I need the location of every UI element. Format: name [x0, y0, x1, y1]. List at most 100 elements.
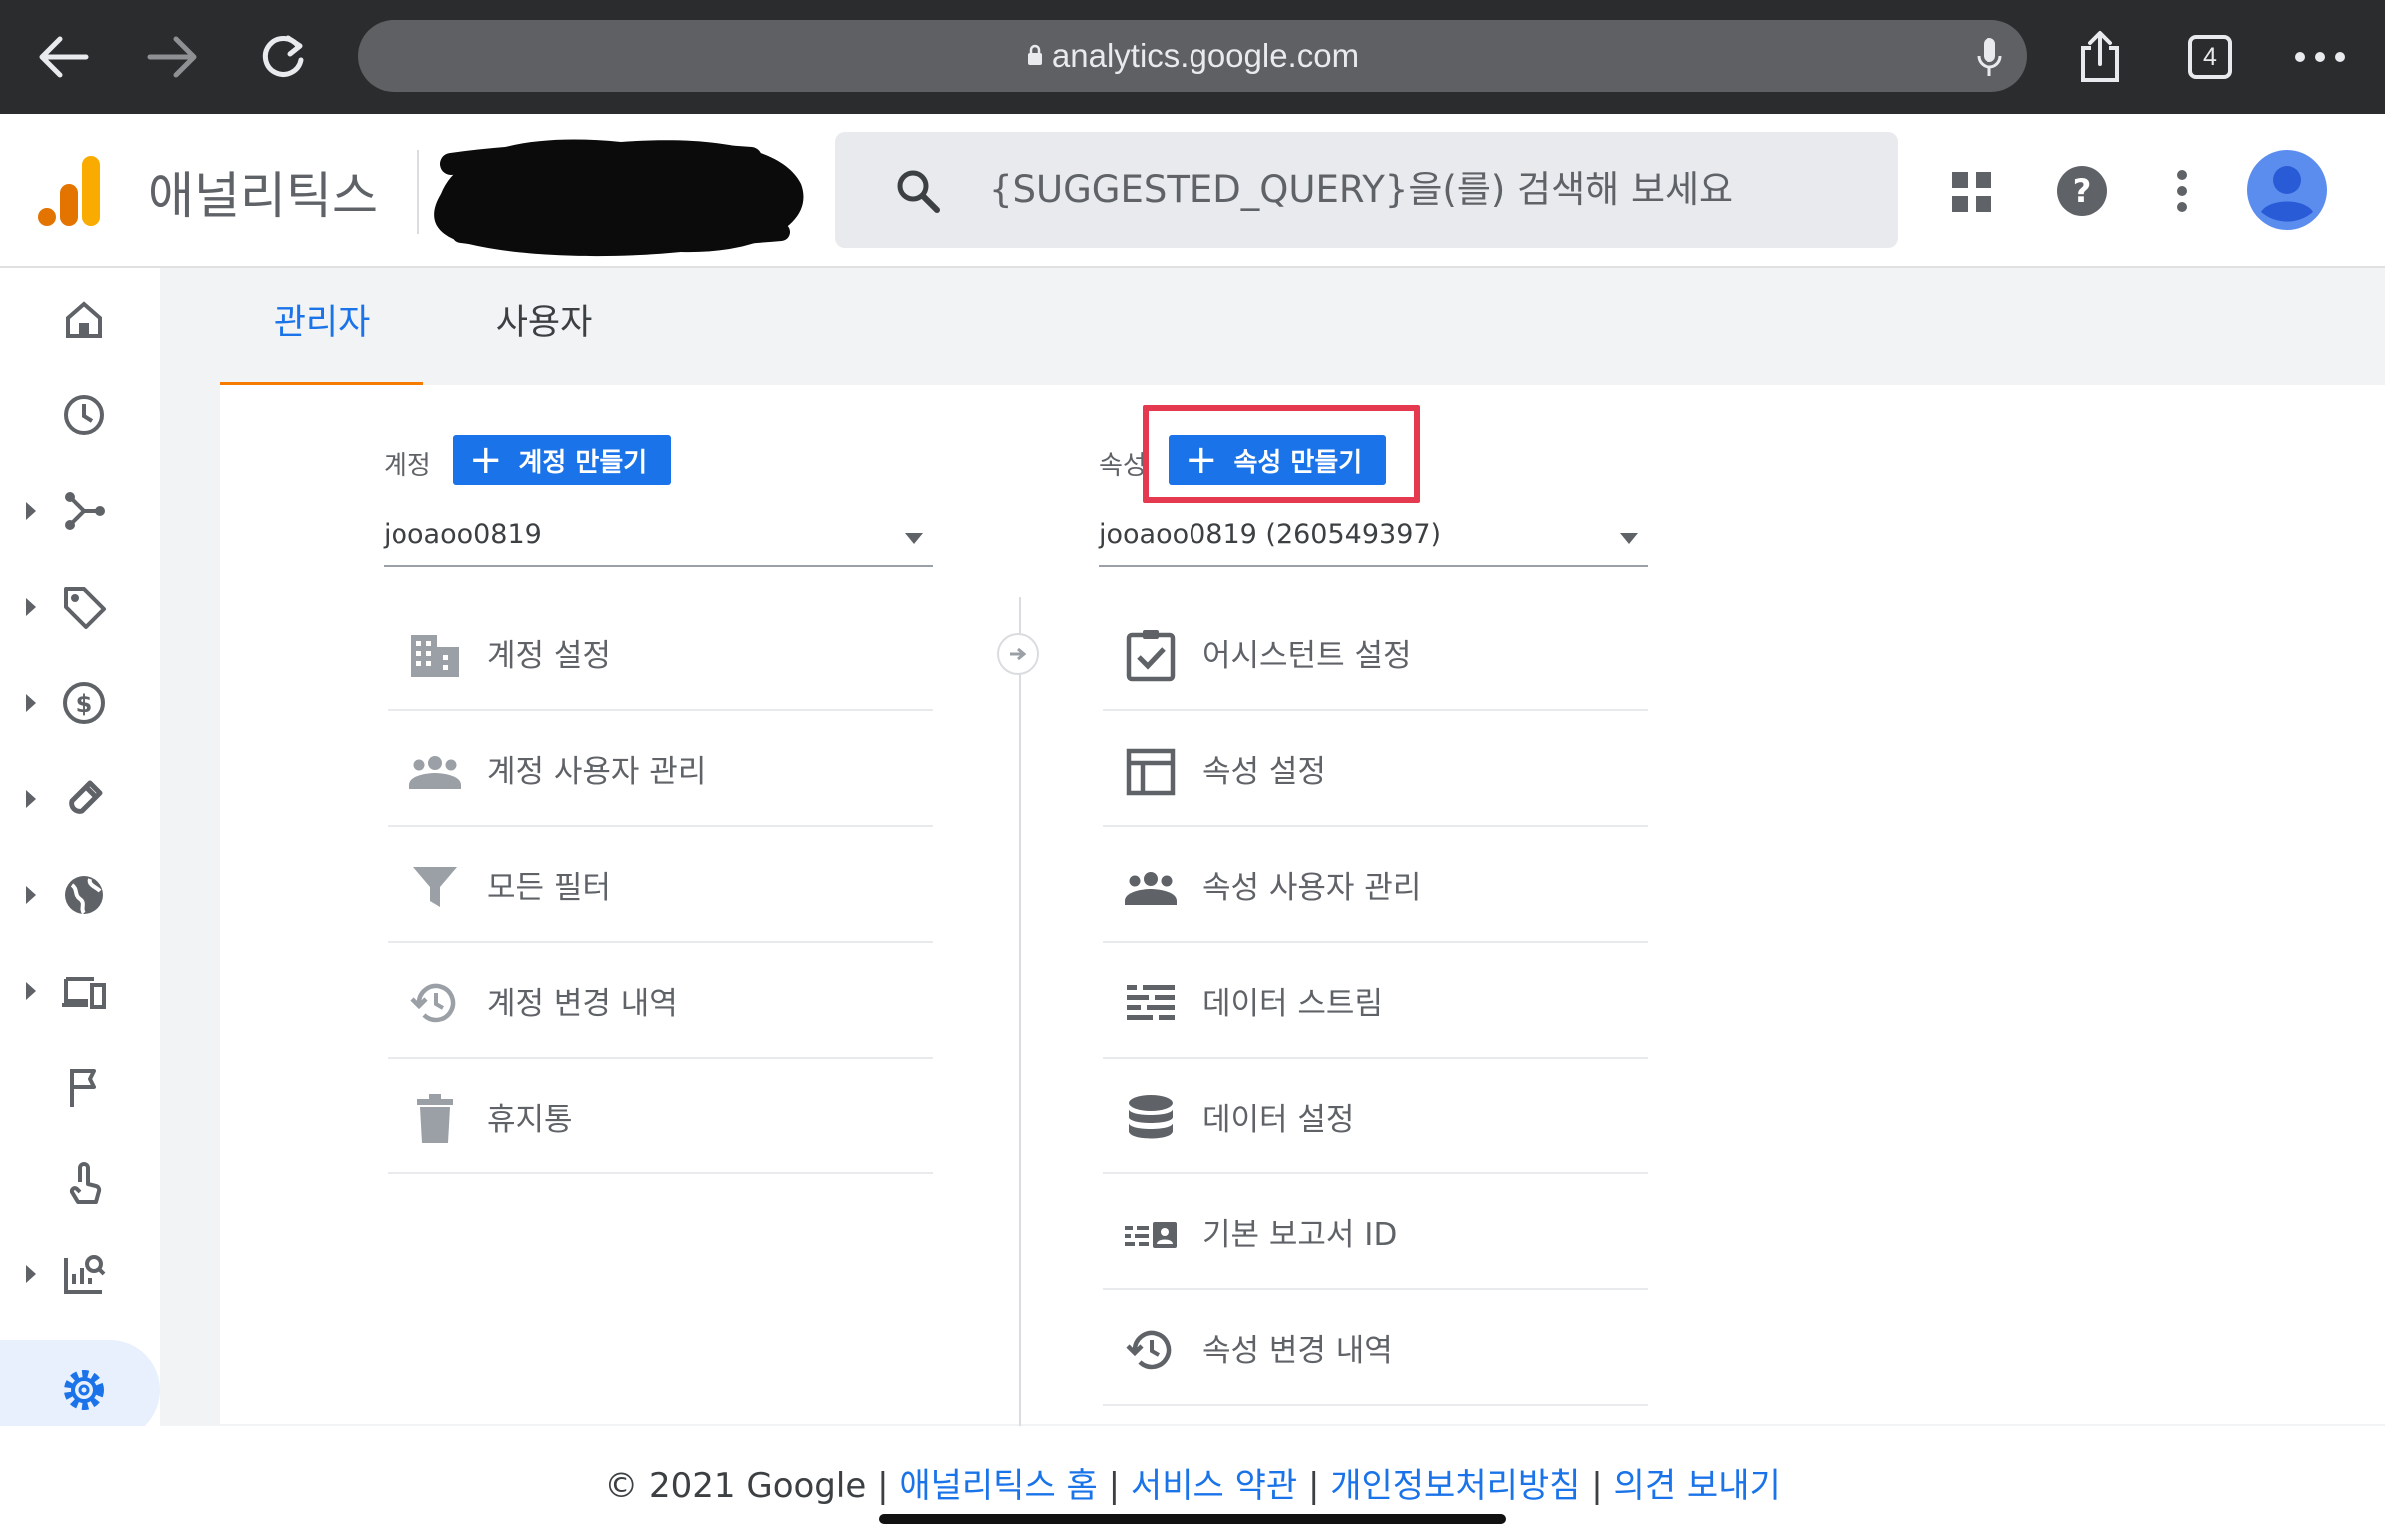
footer-copyright: © 2021 Google — [604, 1466, 867, 1506]
rail-item-admin[interactable] — [0, 1350, 160, 1430]
rail-item-home[interactable] — [0, 280, 160, 360]
back-icon[interactable] — [28, 22, 98, 92]
plus-icon: + — [469, 437, 503, 483]
expand-caret-icon — [26, 790, 36, 808]
filter-icon — [413, 867, 457, 907]
tab-user[interactable]: 사용자 — [449, 268, 639, 385]
footer-link-privacy[interactable]: 개인정보처리방침 — [1330, 1466, 1580, 1506]
column-divider — [1019, 597, 1021, 1426]
id-card-icon — [1125, 1222, 1177, 1248]
property-user-management-item[interactable]: 속성 사용자 관리 — [1103, 827, 1648, 943]
account-user-management-item[interactable]: 계정 사용자 관리 — [388, 711, 933, 827]
property-change-history-item[interactable]: 속성 변경 내역 — [1103, 1290, 1648, 1406]
create-account-button[interactable]: + 계정 만들기 — [453, 435, 672, 485]
flag-icon — [70, 1069, 96, 1107]
tab-count: 4 — [2188, 35, 2232, 79]
menu-item-label: 휴지통 — [487, 1101, 573, 1138]
property-menu-list: 어시스턴트 설정 속성 설정 속성 사용자 관리 데이터 스트림 데이터 설정 … — [1103, 595, 1648, 1406]
apps-grid-icon[interactable] — [1950, 170, 1993, 214]
footer-link-terms[interactable]: 서비스 약관 — [1131, 1466, 1297, 1506]
all-filters-item[interactable]: 모든 필터 — [388, 827, 933, 943]
tabs-button[interactable]: 4 — [2175, 22, 2245, 92]
highlight-annotation — [1143, 405, 1420, 503]
rail-item-realtime[interactable] — [0, 376, 160, 455]
fork-icon — [65, 492, 105, 530]
left-navigation-rail: $ — [0, 268, 160, 1508]
more-vert-icon[interactable] — [2167, 166, 2197, 216]
menu-item-label: 계정 설정 — [487, 637, 611, 674]
svg-text:?: ? — [2073, 172, 2092, 210]
property-selector[interactable]: jooaoo0819 (260549397) — [1099, 509, 1648, 567]
share-icon[interactable] — [2065, 22, 2135, 92]
history-icon — [410, 983, 456, 1023]
streams-icon — [1127, 985, 1175, 1020]
expand-caret-icon — [26, 982, 36, 1000]
avatar[interactable] — [2247, 150, 2327, 230]
people-icon — [1125, 872, 1177, 905]
forward-icon[interactable] — [138, 22, 208, 92]
devices-icon — [62, 977, 106, 1009]
rail-item-demographics[interactable] — [0, 855, 160, 935]
dropdown-arrow-icon — [1620, 533, 1638, 544]
trash-icon — [417, 1094, 453, 1143]
search-icon — [895, 168, 941, 218]
rail-item-acquisition[interactable] — [0, 471, 160, 551]
microphone-icon[interactable] — [1976, 36, 2003, 82]
expand-caret-icon — [26, 886, 36, 904]
default-reporting-id-item[interactable]: 기본 보고서 ID — [1103, 1174, 1648, 1290]
property-settings-item[interactable]: 속성 설정 — [1103, 711, 1648, 827]
rail-item-tech[interactable] — [0, 951, 160, 1031]
reload-icon[interactable] — [248, 22, 318, 92]
home-indicator[interactable] — [879, 1514, 1506, 1524]
dropdown-arrow-icon — [905, 533, 923, 544]
rail-item-explore[interactable] — [0, 1234, 160, 1314]
browser-toolbar: analytics.google.com 4 — [0, 0, 2385, 114]
clock-icon — [64, 395, 104, 435]
header-divider — [417, 150, 419, 234]
property-selected-value: jooaoo0819 (260549397) — [1099, 519, 1442, 550]
account-change-history-item[interactable]: 계정 변경 내역 — [388, 943, 933, 1059]
footer-link-analytics-home[interactable]: 애널리틱스 홈 — [899, 1466, 1098, 1506]
assistant-settings-item[interactable]: 어시스턴트 설정 — [1103, 595, 1648, 711]
building-icon — [411, 635, 459, 677]
address-bar[interactable]: analytics.google.com — [358, 20, 2027, 92]
account-selector[interactable]: jooaoo0819 — [384, 509, 933, 567]
menu-item-label: 모든 필터 — [487, 869, 611, 906]
tag-icon — [64, 587, 106, 629]
explore-chart-icon — [64, 1255, 106, 1294]
tab-admin[interactable]: 관리자 — [220, 268, 423, 385]
gear-icon — [64, 1370, 104, 1410]
checklist-icon — [1126, 630, 1176, 682]
expand-caret-icon — [26, 694, 36, 712]
footer-link-feedback[interactable]: 의견 보내기 — [1614, 1466, 1781, 1506]
rail-item-engagement[interactable] — [0, 567, 160, 647]
help-icon[interactable]: ? — [2055, 164, 2109, 218]
rail-item-monetization[interactable]: $ — [0, 663, 160, 743]
globe-icon — [65, 876, 103, 915]
history-icon — [1126, 1330, 1172, 1370]
brand-name: 애널리틱스 — [148, 168, 378, 224]
database-icon — [1129, 1095, 1173, 1139]
data-streams-item[interactable]: 데이터 스트림 — [1103, 943, 1648, 1059]
admin-tabs: 관리자 사용자 — [220, 268, 2385, 385]
search-box[interactable]: {SUGGESTED_QUERY}을(를) 검색해 보세요 — [835, 132, 1898, 248]
account-settings-item[interactable]: 계정 설정 — [388, 595, 933, 711]
analytics-logo[interactable] — [36, 154, 102, 232]
menu-item-label: 속성 변경 내역 — [1202, 1332, 1393, 1369]
more-options-icon[interactable] — [2285, 22, 2355, 92]
lock-icon — [1026, 19, 1044, 91]
app-header: 애널리틱스 {SUGGESTED_QUERY}을(를) 검색해 보세요 ? — [0, 114, 2385, 268]
rail-item-events[interactable] — [0, 1047, 160, 1127]
expand-caret-icon — [26, 1265, 36, 1283]
data-settings-item[interactable]: 데이터 설정 — [1103, 1059, 1648, 1174]
redacted-account-name[interactable] — [421, 124, 813, 264]
search-placeholder: {SUGGESTED_QUERY}을(를) 검색해 보세요 — [989, 168, 1734, 211]
menu-item-label: 속성 설정 — [1202, 753, 1326, 790]
expand-caret-icon — [26, 598, 36, 616]
magnet-icon — [69, 780, 103, 814]
rail-item-retention[interactable] — [0, 759, 160, 839]
account-selected-value: jooaoo0819 — [384, 519, 542, 550]
rail-item-conversions[interactable] — [0, 1143, 160, 1222]
trash-item[interactable]: 휴지통 — [388, 1059, 933, 1174]
account-column-label: 계정 — [384, 451, 431, 481]
